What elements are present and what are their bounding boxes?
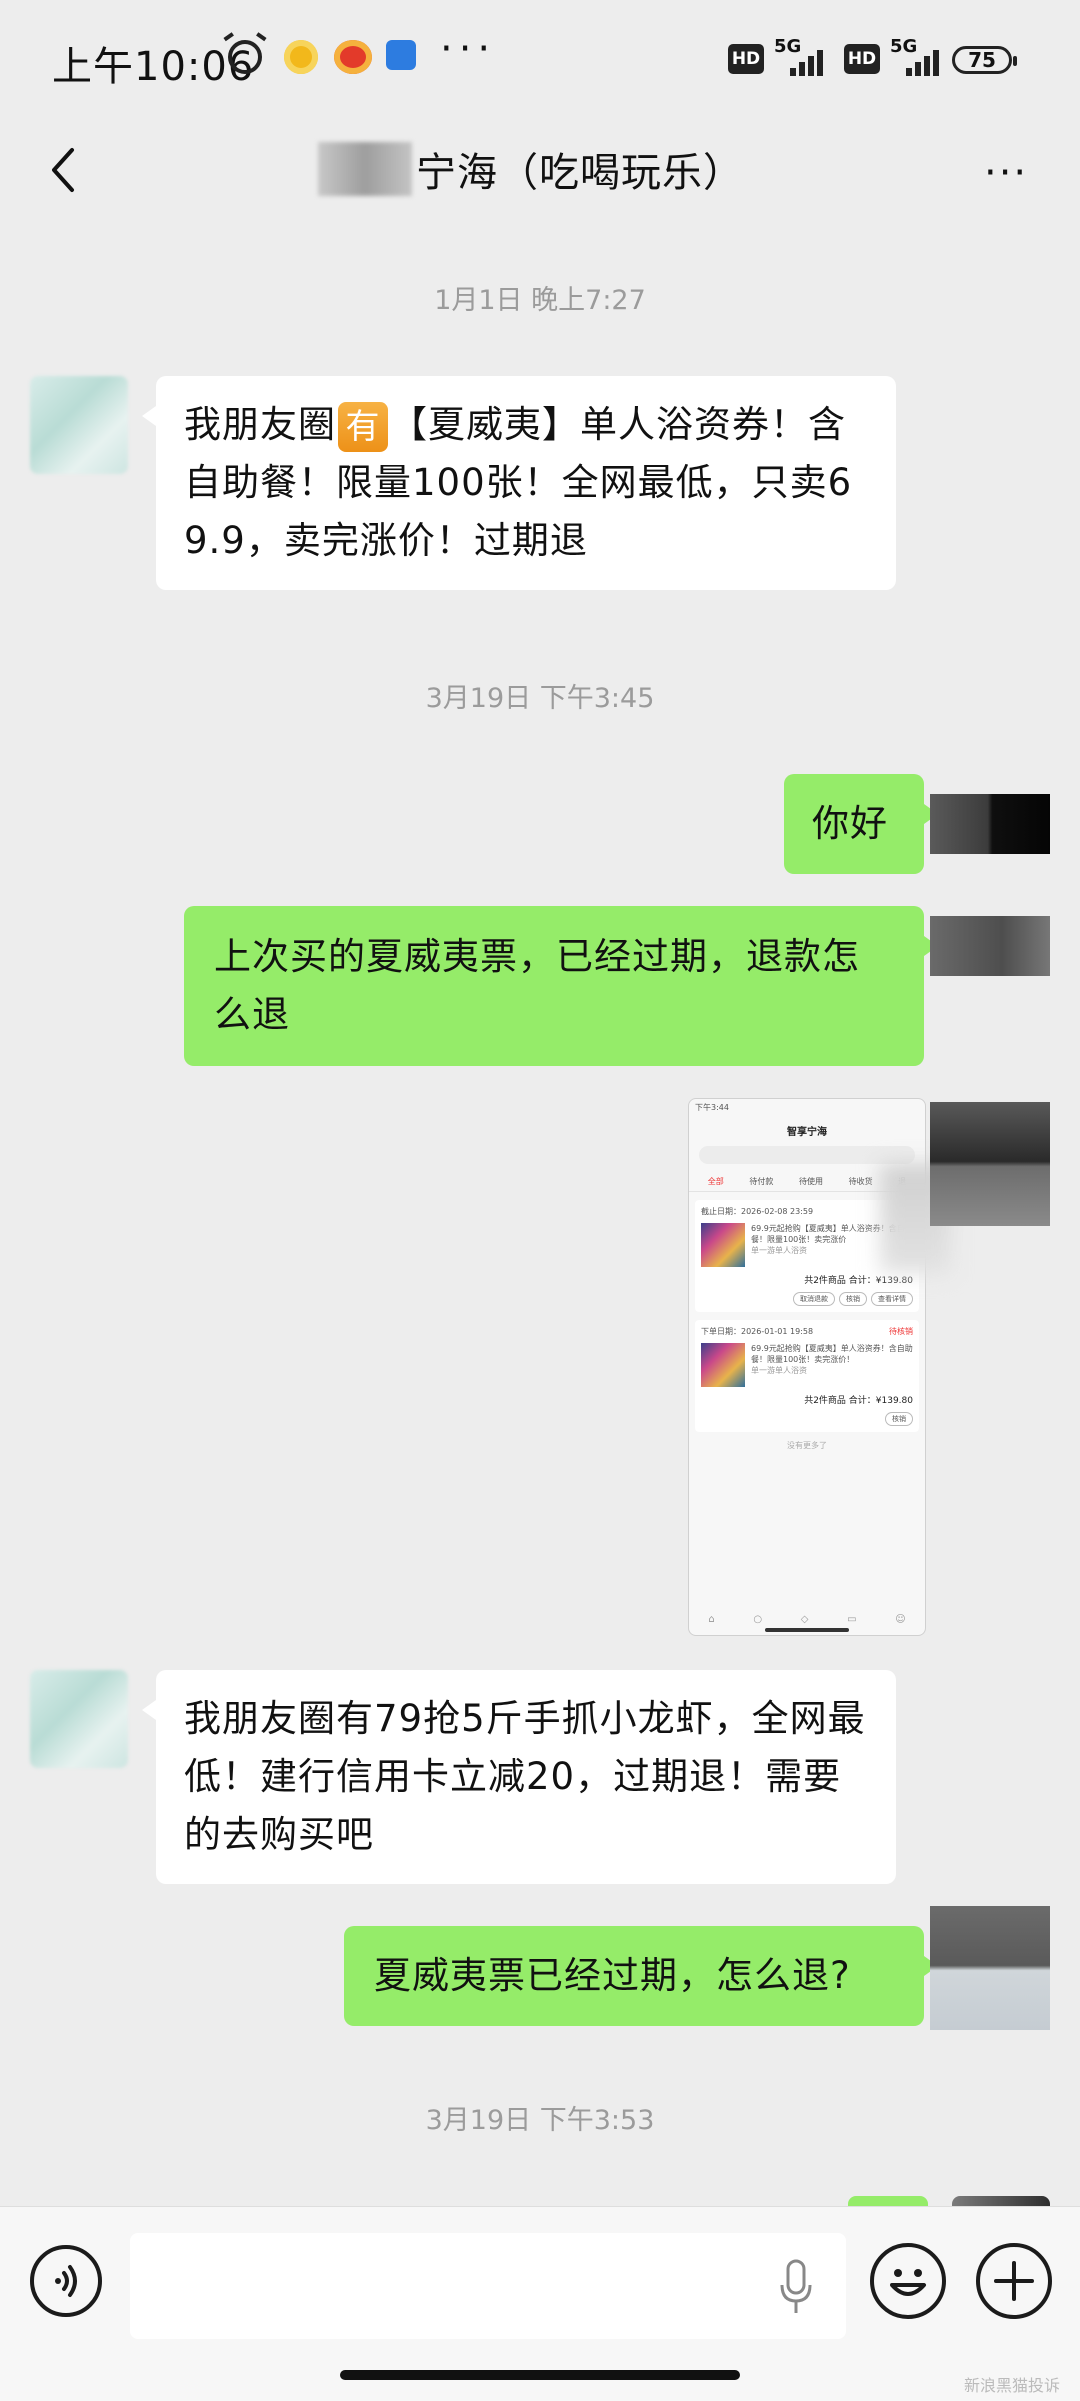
- more-options-icon[interactable]: ···: [984, 150, 1028, 196]
- blurred-name: [318, 142, 412, 196]
- thumb-button: 查看详情: [871, 1292, 913, 1306]
- my-avatar[interactable]: [930, 794, 1050, 854]
- message-text: 我朋友圈有79抢5斤手抓小龙虾，全网最低！建行信用卡立减20，过期退！需要的去购…: [184, 1697, 866, 1856]
- alarm-icon: [228, 40, 262, 74]
- back-icon[interactable]: [36, 140, 96, 200]
- thumb-product-sub: 单一游单人浴资: [751, 1366, 807, 1375]
- hd-icon: HD: [844, 44, 880, 74]
- thumb-status: 下午3:44: [695, 1103, 729, 1112]
- message-bubble-outgoing[interactable]: 上次买的夏威夷票，已经过期，退款怎么退: [184, 906, 938, 1066]
- my-avatar[interactable]: [930, 916, 1050, 976]
- message-text: 你好: [812, 802, 888, 845]
- message-bubble-incoming[interactable]: 我朋友圈有79抢5斤手抓小龙虾，全网最低！建行信用卡立减20，过期退！需要的去购…: [142, 1670, 896, 1884]
- timestamp: 3月19日 下午3:45: [425, 683, 655, 714]
- message-bubble-outgoing[interactable]: 夏威夷票已经过期，怎么退?: [344, 1926, 938, 2026]
- timestamp: 1月1日 晚上7:27: [434, 285, 646, 316]
- thumb-nav: ⌂ ○ ◇ ▭ ☺: [708, 1614, 906, 1625]
- thumb-tab: 待付款: [749, 1177, 774, 1186]
- more-notifications-icon: ···: [440, 26, 497, 72]
- weibo-icon: [334, 40, 372, 74]
- message-bubble-outgoing[interactable]: 你好: [784, 774, 938, 874]
- voice-icon: [55, 2265, 77, 2297]
- emoji-button[interactable]: [870, 2243, 946, 2319]
- chat-header: 宁海（吃喝玩乐） ···: [0, 120, 1080, 220]
- thumb-total: 共2件商品 合计：¥139.80: [804, 1276, 913, 1286]
- my-avatar[interactable]: [930, 1906, 1050, 2030]
- sender-avatar[interactable]: [30, 376, 128, 474]
- thumb-date: 下单日期：2026-01-01 19:58: [701, 1327, 814, 1336]
- emoji-icon: [890, 2269, 926, 2296]
- home-indicator[interactable]: [340, 2370, 740, 2380]
- thumb-home-indicator: [765, 1628, 849, 1632]
- status-bar: 上午10:06 ··· HD 5G HD 5G 75: [0, 0, 1080, 120]
- thumb-tab: 全部: [707, 1177, 724, 1186]
- thumb-title: 智享宁海: [787, 1127, 827, 1138]
- hd-icon: HD: [728, 44, 764, 74]
- thumb-button: 取消退款: [793, 1292, 835, 1306]
- thumb-product-image: [701, 1343, 745, 1387]
- battery-icon: 75: [952, 46, 1017, 74]
- thumb-search: [699, 1146, 915, 1164]
- thumb-button: 核销: [839, 1292, 867, 1306]
- thumb-end-text: 没有更多了: [787, 1441, 827, 1450]
- message-text: 上次买的夏威夷票，已经过期，退款怎么退: [214, 935, 860, 1036]
- more-functions-button[interactable]: [976, 2243, 1052, 2319]
- thumb-button: 核销: [885, 1412, 913, 1426]
- message-input[interactable]: [130, 2233, 846, 2339]
- you-badge-icon: 有: [338, 401, 388, 452]
- thumb-tab: 待使用: [798, 1177, 823, 1186]
- thumb-tab: 待收货: [848, 1177, 873, 1186]
- thumb-product-image: [701, 1223, 745, 1267]
- signal-icon: [902, 46, 942, 76]
- timestamp: 3月19日 下午3:53: [425, 2105, 655, 2136]
- voice-toggle-button[interactable]: [30, 2245, 102, 2317]
- thumb-total: 共2件商品 合计：¥139.80: [804, 1396, 913, 1406]
- app-notification-icon: [386, 40, 416, 70]
- chat-title-text: 宁海（吃喝玩乐）: [416, 150, 744, 196]
- sender-avatar[interactable]: [30, 1670, 128, 1768]
- my-avatar[interactable]: [930, 1102, 1050, 1226]
- status-time: 上午10:06: [52, 44, 255, 90]
- message-bubble-incoming[interactable]: 我朋友圈有【夏威夷】单人浴资券！含自助餐！限量100张！全网最低，只卖69.9，…: [142, 376, 896, 590]
- microphone-icon[interactable]: [776, 2257, 816, 2317]
- signal-icon: [786, 46, 826, 76]
- chat-title: 宁海（吃喝玩乐）: [318, 134, 744, 204]
- plus-icon: [994, 2261, 1034, 2301]
- thumb-product-text: 69.9元起抢购【夏威夷】单人浴资券！含自助餐！限量100张！卖完涨价！: [751, 1344, 913, 1364]
- message-text: 我朋友圈: [184, 403, 336, 446]
- thumb-order-card: 下单日期：2026-01-01 19:58 待核销 69.9元起抢购【夏威夷】单…: [695, 1320, 919, 1432]
- watermark: 新浪黑猫投诉: [964, 2376, 1061, 2395]
- app-notification-icon: [284, 40, 318, 74]
- message-text: 夏威夷票已经过期，怎么退?: [374, 1954, 851, 1997]
- thumb-status-badge: 待核销: [889, 1327, 913, 1336]
